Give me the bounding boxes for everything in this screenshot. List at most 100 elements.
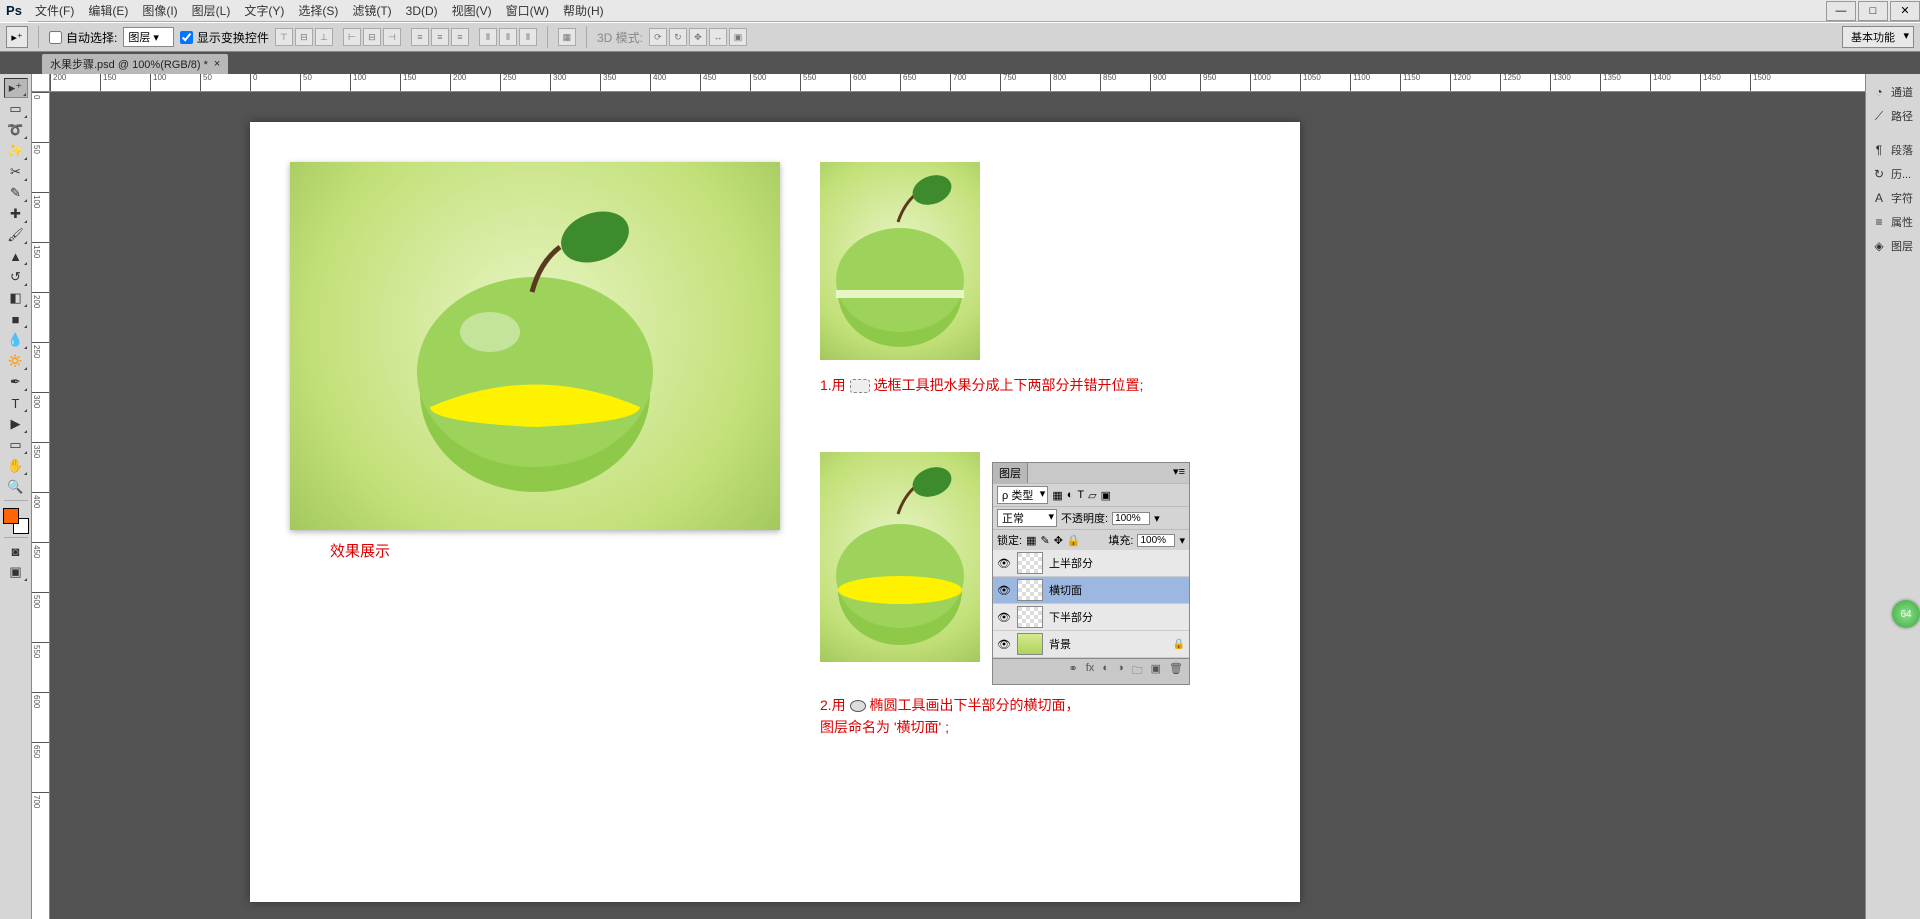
- dock-properties[interactable]: ≡属性: [1866, 210, 1920, 234]
- align-hcenter-icon[interactable]: ⊟: [363, 28, 381, 46]
- filter-pixel-icon[interactable]: ▦: [1052, 489, 1062, 502]
- blend-mode-select[interactable]: 正常: [997, 509, 1057, 527]
- distribute-vcenter-icon[interactable]: ≡: [431, 28, 449, 46]
- distribute-hcenter-icon[interactable]: ⦀: [499, 28, 517, 46]
- layer-row[interactable]: 👁 背景 🔒: [993, 631, 1189, 658]
- filter-type-icon[interactable]: T: [1077, 489, 1084, 501]
- show-transform-checkbox[interactable]: 显示变换控件: [180, 29, 269, 46]
- maximize-button[interactable]: □: [1858, 1, 1888, 21]
- distribute-right-icon[interactable]: ⦀: [519, 28, 537, 46]
- dock-paths[interactable]: ⟋路径: [1866, 104, 1920, 128]
- foreground-color[interactable]: [3, 508, 19, 524]
- assist-badge[interactable]: 64: [1892, 600, 1920, 628]
- dock-channels[interactable]: ◔通道: [1866, 80, 1920, 104]
- opacity-input[interactable]: 100%: [1112, 512, 1150, 525]
- canvas-document[interactable]: 效果展示 1.用: [250, 122, 1300, 902]
- menu-layer[interactable]: 图层(L): [185, 2, 238, 19]
- gradient-tool[interactable]: ■: [4, 309, 28, 329]
- quick-mask-icon[interactable]: ◙: [4, 541, 28, 561]
- menu-type[interactable]: 文字(Y): [237, 2, 291, 19]
- delete-layer-icon[interactable]: 🗑: [1169, 662, 1183, 681]
- distribute-bottom-icon[interactable]: ≡: [451, 28, 469, 46]
- layers-tab[interactable]: 图层: [993, 463, 1028, 483]
- move-tool-icon[interactable]: ▸⁺: [6, 26, 28, 48]
- lock-all-icon[interactable]: 🔒: [1067, 534, 1081, 547]
- menu-edit[interactable]: 编辑(E): [81, 2, 135, 19]
- minimize-button[interactable]: —: [1826, 1, 1856, 21]
- align-vcenter-icon[interactable]: ⊟: [295, 28, 313, 46]
- brush-tool[interactable]: 🖌: [4, 225, 28, 245]
- blur-tool[interactable]: 💧: [4, 330, 28, 350]
- eyedropper-tool[interactable]: ✎: [4, 183, 28, 203]
- fill-input[interactable]: 100%: [1137, 534, 1175, 547]
- crop-tool[interactable]: ✂: [4, 162, 28, 182]
- filter-adjust-icon[interactable]: ◐: [1067, 489, 1074, 501]
- menu-view[interactable]: 视图(V): [445, 2, 499, 19]
- distribute-left-icon[interactable]: ⦀: [479, 28, 497, 46]
- lasso-tool[interactable]: ➰: [4, 120, 28, 140]
- layer-thumbnail[interactable]: [1017, 579, 1043, 601]
- dock-layers[interactable]: ◈图层: [1866, 234, 1920, 258]
- move-tool[interactable]: ▸⁺: [4, 78, 28, 98]
- auto-select-dropdown[interactable]: 图层 ▾: [123, 27, 174, 47]
- dock-paragraph[interactable]: ¶段落: [1866, 138, 1920, 162]
- align-left-icon[interactable]: ⊢: [343, 28, 361, 46]
- color-swatch[interactable]: [3, 508, 29, 534]
- auto-align-icon[interactable]: ▦: [558, 28, 576, 46]
- filter-smart-icon[interactable]: ▣: [1101, 489, 1111, 502]
- dodge-tool[interactable]: 🔅: [4, 351, 28, 371]
- pen-tool[interactable]: ✒: [4, 372, 28, 392]
- 3d-roll-icon[interactable]: ↻: [669, 28, 687, 46]
- magic-wand-tool[interactable]: ✨: [4, 141, 28, 161]
- canvas-viewport[interactable]: 效果展示 1.用: [50, 92, 1865, 919]
- menu-window[interactable]: 窗口(W): [499, 2, 556, 19]
- lock-position-icon[interactable]: ✎: [1040, 534, 1049, 547]
- layer-row[interactable]: 👁 下半部分: [993, 604, 1189, 631]
- link-layers-icon[interactable]: ⚭: [1069, 662, 1078, 681]
- filter-shape-icon[interactable]: ▱: [1088, 489, 1096, 502]
- menu-file[interactable]: 文件(F): [28, 2, 81, 19]
- hand-tool[interactable]: ✋: [4, 456, 28, 476]
- history-brush-tool[interactable]: ↺: [4, 267, 28, 287]
- healing-tool[interactable]: ✚: [4, 204, 28, 224]
- auto-select-input[interactable]: [49, 31, 62, 44]
- type-tool[interactable]: T: [4, 393, 28, 413]
- menu-image[interactable]: 图像(I): [135, 2, 184, 19]
- marquee-tool[interactable]: ▭: [4, 99, 28, 119]
- dock-history[interactable]: ↻历...: [1866, 162, 1920, 186]
- vertical-ruler[interactable]: 0501001502002503003504004505005506006507…: [32, 92, 50, 919]
- align-bottom-icon[interactable]: ⊥: [315, 28, 333, 46]
- layer-row[interactable]: 👁 横切面: [993, 577, 1189, 604]
- new-layer-icon[interactable]: ▣: [1151, 662, 1161, 681]
- close-tab-icon[interactable]: ×: [214, 58, 220, 70]
- workspace-selector[interactable]: 基本功能: [1842, 26, 1914, 48]
- layer-fx-icon[interactable]: fx: [1086, 662, 1095, 681]
- layer-thumbnail[interactable]: [1017, 606, 1043, 628]
- layer-thumbnail[interactable]: [1017, 633, 1043, 655]
- lock-pixels-icon[interactable]: ▦: [1026, 534, 1036, 547]
- document-tab[interactable]: 水果步骤.psd @ 100%(RGB/8) * ×: [42, 54, 228, 74]
- layer-mask-icon[interactable]: ◐: [1102, 662, 1109, 681]
- visibility-icon[interactable]: 👁: [997, 610, 1011, 624]
- horizontal-ruler[interactable]: 2001501005005010015020025030035040045050…: [50, 74, 1865, 92]
- eraser-tool[interactable]: ◧: [4, 288, 28, 308]
- align-right-icon[interactable]: ⊣: [383, 28, 401, 46]
- 3d-pan-icon[interactable]: ✥: [689, 28, 707, 46]
- distribute-top-icon[interactable]: ≡: [411, 28, 429, 46]
- layer-group-icon[interactable]: 🗀: [1132, 662, 1143, 681]
- auto-select-checkbox[interactable]: 自动选择:: [49, 29, 117, 46]
- 3d-slide-icon[interactable]: ↔: [709, 28, 727, 46]
- visibility-icon[interactable]: 👁: [997, 556, 1011, 570]
- panel-menu-icon[interactable]: ▾≡: [1169, 463, 1189, 483]
- layer-filter-select[interactable]: ρ 类型: [997, 486, 1048, 504]
- stamp-tool[interactable]: ▲: [4, 246, 28, 266]
- menu-help[interactable]: 帮助(H): [556, 2, 611, 19]
- align-top-icon[interactable]: ⊤: [275, 28, 293, 46]
- layer-thumbnail[interactable]: [1017, 552, 1043, 574]
- visibility-icon[interactable]: 👁: [997, 637, 1011, 651]
- layer-row[interactable]: 👁 上半部分: [993, 550, 1189, 577]
- 3d-camera-icon[interactable]: ▣: [729, 28, 747, 46]
- adjustment-layer-icon[interactable]: ◑: [1117, 662, 1124, 681]
- dock-character[interactable]: A字符: [1866, 186, 1920, 210]
- menu-3d[interactable]: 3D(D): [399, 4, 445, 18]
